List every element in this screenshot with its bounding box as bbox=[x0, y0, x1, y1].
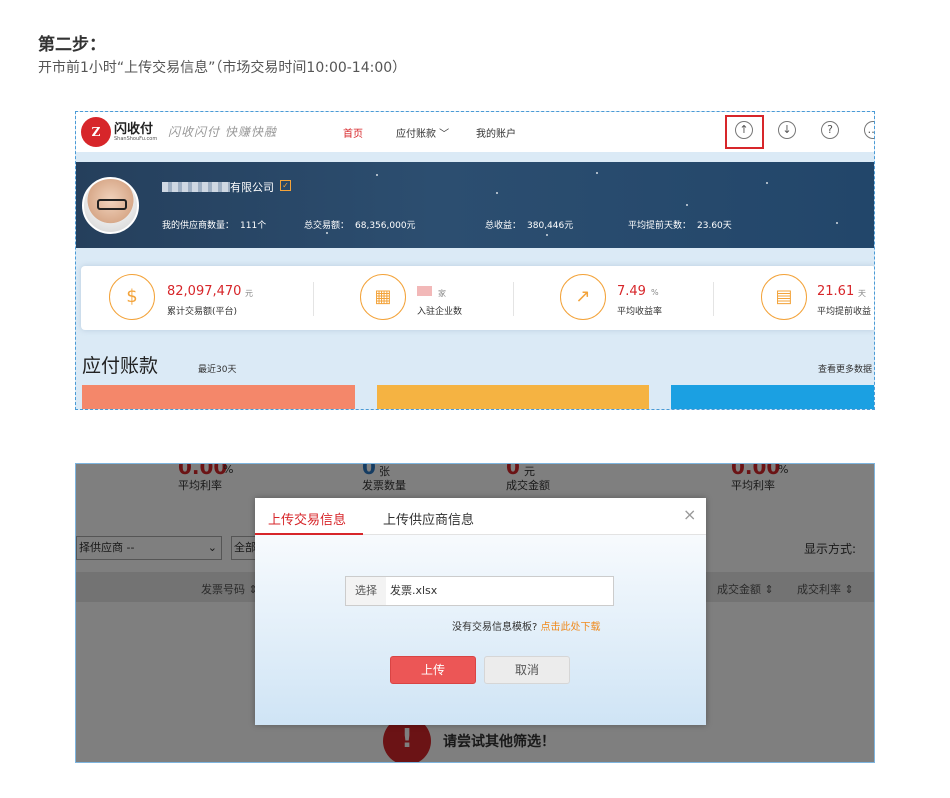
download-template-link[interactable]: 点击此处下载 bbox=[541, 622, 601, 633]
card-unit: 家 bbox=[438, 289, 446, 298]
summary-bar bbox=[377, 385, 649, 409]
section-subtitle: 最近30天 bbox=[198, 365, 237, 375]
more-icon[interactable]: … bbox=[864, 121, 874, 139]
upload-modal: 上传交易信息 上传供应商信息 × 选择 发票.xlsx 没有交易信息模板? 点击… bbox=[255, 498, 706, 725]
upload-icon[interactable]: ↑ bbox=[735, 121, 753, 139]
download-icon[interactable]: ↓ bbox=[778, 121, 796, 139]
chart-icon: ↗ bbox=[560, 274, 606, 320]
close-icon[interactable]: × bbox=[683, 505, 696, 524]
dashboard-screenshot: Z 闪收付 ShanShouFu.com 闪收闪付 快赚快融 首页 应付账款 ﹀… bbox=[75, 111, 875, 410]
step-description: 开市前1小时“上传交易信息”（市场交易时间10:00-14:00） bbox=[38, 60, 407, 76]
building-icon: ▦ bbox=[360, 274, 406, 320]
logo-icon[interactable]: Z bbox=[81, 117, 111, 147]
card-label: 平均收益率 bbox=[617, 307, 663, 317]
card-label: 累计交易额(平台) bbox=[167, 307, 238, 317]
stat-total-volume: 总交易额： 68,356,000元 bbox=[304, 221, 416, 231]
section-title: 应付账款 bbox=[82, 355, 159, 377]
card-unit: 元 bbox=[245, 289, 253, 298]
upload-dialog-screenshot: 0.00 % 平均利率 0 张 发票数量 0 元 成交金额 0.00 % 平均利… bbox=[75, 463, 875, 763]
card-label: 入驻企业数 bbox=[417, 307, 463, 317]
card-unit: % bbox=[651, 288, 659, 297]
choose-file-button[interactable]: 选择 bbox=[345, 576, 387, 606]
nav-home[interactable]: 首页 bbox=[343, 125, 363, 140]
help-icon[interactable]: ? bbox=[821, 121, 839, 139]
summary-bar bbox=[671, 385, 874, 409]
summary-bar bbox=[82, 385, 355, 409]
card-unit: 天 bbox=[858, 289, 866, 298]
avatar bbox=[82, 177, 139, 234]
card-value: 82,097,470 bbox=[167, 284, 242, 299]
verified-icon: ✓ bbox=[280, 180, 291, 191]
card-value: 7.49 bbox=[617, 284, 646, 299]
slogan: 闪收闪付 快赚快融 bbox=[168, 125, 277, 139]
logo-subtitle: ShanShouFu.com bbox=[114, 136, 158, 142]
upload-button[interactable]: 上传 bbox=[390, 656, 476, 684]
company-name-blurred bbox=[162, 182, 230, 192]
card-label: 平均提前收益 bbox=[817, 307, 872, 317]
logo-name: 闪收付 bbox=[114, 122, 154, 137]
step-title: 第二步： bbox=[38, 35, 106, 55]
card-value: 21.61 bbox=[817, 284, 855, 299]
company-suffix: 有限公司 bbox=[230, 181, 274, 194]
cancel-button[interactable]: 取消 bbox=[484, 656, 570, 684]
tab-upload-transaction[interactable]: 上传交易信息 bbox=[268, 509, 346, 528]
file-name-field[interactable]: 发票.xlsx bbox=[386, 576, 614, 606]
view-more-link[interactable]: 查看更多数据 bbox=[818, 362, 872, 375]
template-note: 没有交易信息模板? 点击此处下载 bbox=[452, 622, 601, 633]
blurred-value bbox=[417, 286, 432, 296]
stat-total-income: 总收益： 380,446元 bbox=[485, 221, 574, 231]
stat-avg-days: 平均提前天数： 23.60天 bbox=[628, 221, 732, 231]
nav-payables[interactable]: 应付账款 ﹀ bbox=[396, 125, 449, 140]
profile-banner: 有限公司 ✓ 我的供应商数量： 111个 总交易额： 68,356,000元 总收益… bbox=[76, 162, 874, 248]
summary-cards: $ 82,097,470 元 累计交易额(平台) ▦ 家 入驻企业数 ↗ 7.4… bbox=[81, 266, 874, 330]
tab-upload-supplier[interactable]: 上传供应商信息 bbox=[383, 509, 474, 528]
stat-supplier-count: 我的供应商数量： 111个 bbox=[162, 221, 267, 231]
top-navbar: Z 闪收付 ShanShouFu.com 闪收闪付 快赚快融 首页 应付账款 ﹀… bbox=[76, 112, 874, 152]
nav-my-account[interactable]: 我的账户 bbox=[476, 125, 516, 140]
coins-icon: $ bbox=[109, 274, 155, 320]
modal-tabs: 上传交易信息 上传供应商信息 × bbox=[255, 498, 706, 535]
calendar-icon: ▤ bbox=[761, 274, 807, 320]
